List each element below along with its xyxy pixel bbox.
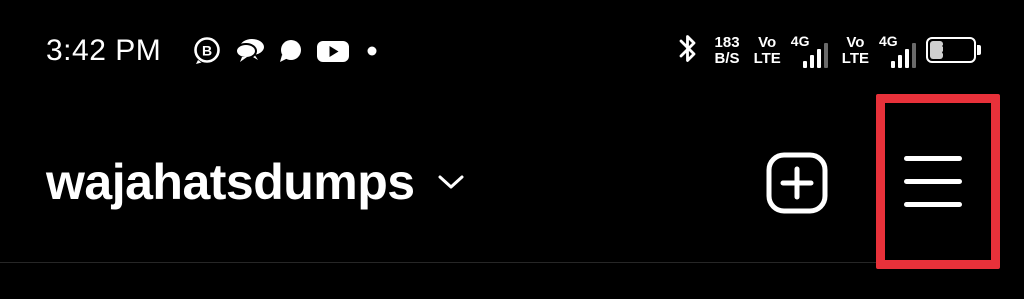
chevron-down-icon[interactable] <box>437 173 465 196</box>
sim1-volte: Vo LTE <box>754 35 781 67</box>
status-bar: 3:42 PM B 183 B/S Vo LTE 4G Vo LTE 4G 32 <box>0 0 1024 100</box>
network-speed-value: 183 <box>714 34 740 51</box>
sim1-volte-top: Vo <box>758 34 777 51</box>
network-speed-unit: B/S <box>714 50 740 67</box>
network-speed: 183 B/S <box>715 35 740 67</box>
battery-icon: 32 <box>926 37 982 65</box>
header-divider <box>0 262 876 263</box>
sim1-generation: 4G <box>790 33 810 49</box>
sim2-volte: Vo LTE <box>842 35 869 67</box>
create-post-button[interactable] <box>766 152 828 214</box>
account-switcher[interactable]: wajahatsdumps <box>46 152 465 212</box>
profile-header: wajahatsdumps <box>0 94 1024 269</box>
chat-bubbles-icon <box>234 36 266 66</box>
sim2-volte-top: Vo <box>846 34 865 51</box>
svg-text:B: B <box>202 43 212 59</box>
notification-icons: B <box>192 36 382 66</box>
hamburger-menu-button[interactable] <box>904 156 962 207</box>
sim2-generation: 4G <box>879 33 898 49</box>
sim1-signal: 4G <box>791 34 828 68</box>
status-time: 3:42 PM <box>46 34 162 67</box>
more-dot-icon <box>362 36 382 66</box>
battery-level: 32 <box>941 40 961 59</box>
message-bubble-icon <box>278 36 304 66</box>
youtube-icon <box>316 36 350 66</box>
sim1-volte-bottom: LTE <box>753 50 781 67</box>
system-icons: 183 B/S Vo LTE 4G Vo LTE 4G 32 <box>675 30 982 72</box>
sim2-volte-bottom: LTE <box>841 50 869 67</box>
business-whatsapp-icon: B <box>192 36 222 66</box>
plus-square-icon[interactable] <box>766 152 828 214</box>
sim2-signal: 4G <box>879 34 916 68</box>
username[interactable]: wajahatsdumps <box>46 152 415 212</box>
bluetooth-icon <box>675 32 701 71</box>
